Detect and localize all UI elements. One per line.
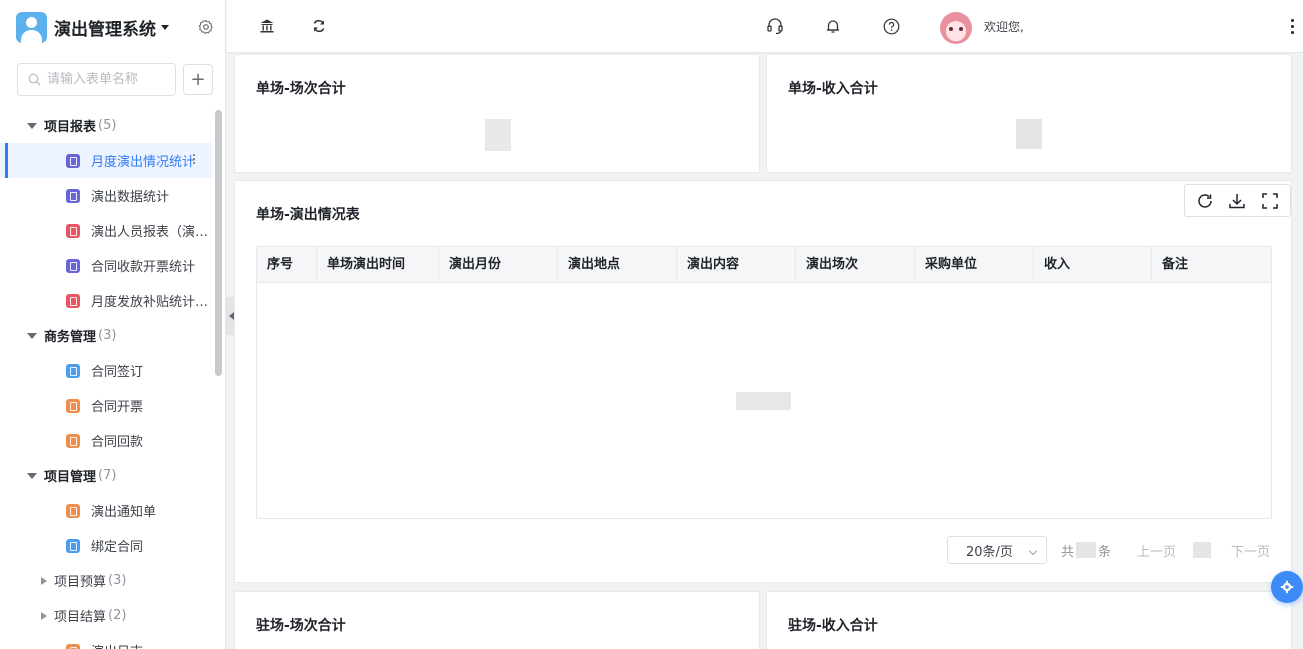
form-icon (66, 538, 80, 553)
column-header[interactable]: 演出场次 (796, 247, 915, 283)
refresh-icon[interactable] (310, 17, 328, 35)
form-icon (66, 188, 80, 203)
form-icon (66, 223, 80, 238)
redacted-value (1016, 119, 1042, 149)
form-icon (66, 503, 80, 518)
card-resident-income-total: 驻场-收入合计 (766, 591, 1292, 649)
column-header[interactable]: 序号 (257, 247, 317, 283)
pagination: 20条/页 共条 上一页 下一页 (947, 536, 1270, 564)
column-header[interactable]: 采购单位 (915, 247, 1034, 283)
form-icon (66, 398, 80, 413)
sidebar-item-performer-report[interactable]: 演出人员报表（演… (0, 213, 212, 248)
card-title: 驻场-场次合计 (256, 618, 346, 634)
card-title: 单场-收入合计 (788, 81, 878, 97)
total-count: 共条 (1061, 541, 1111, 560)
form-icon (66, 433, 80, 448)
sidebar-item-contract-payment[interactable]: 合同回款 (0, 423, 212, 458)
gear-icon[interactable] (198, 19, 214, 35)
app-logo-icon (16, 11, 47, 43)
download-icon[interactable] (1227, 191, 1247, 211)
sidebar-scrollbar[interactable] (215, 110, 222, 376)
group-business-management[interactable]: 商务管理 (3) (0, 318, 212, 353)
sidebar-item-contract-invoice[interactable]: 合同开票 (0, 388, 212, 423)
search-icon (28, 73, 41, 86)
column-header[interactable]: 演出月份 (439, 247, 558, 283)
prev-page-button[interactable]: 上一页 (1137, 541, 1176, 560)
form-icon (66, 258, 80, 273)
gear-icon (1280, 580, 1294, 594)
card-title: 单场-场次合计 (256, 81, 346, 97)
sidebar-item-performance-notice[interactable]: 演出通知单 (0, 493, 212, 528)
form-search-input[interactable] (47, 72, 167, 87)
card-resident-show-count: 驻场-场次合计 (234, 591, 760, 649)
subgroup-project-budget[interactable]: 项目预算 (3) (0, 563, 212, 598)
bell-icon[interactable] (824, 17, 842, 35)
group-project-management[interactable]: 项目管理 (7) (0, 458, 212, 493)
bank-icon[interactable] (258, 17, 276, 35)
sidebar-item-bind-contract[interactable]: 绑定合同 (0, 528, 212, 563)
expand-down-icon (27, 332, 37, 339)
more-vertical-icon[interactable] (192, 153, 196, 167)
sidebar-item-monthly-performance[interactable]: 月度演出情况统计 (0, 143, 212, 178)
empty-state-placeholder (736, 392, 791, 410)
sidebar-item-performance-data[interactable]: 演出数据统计 (0, 178, 212, 213)
page-size-select[interactable]: 20条/页 (947, 536, 1047, 564)
table-toolbar (1184, 184, 1291, 217)
next-page-button[interactable]: 下一页 (1231, 541, 1270, 560)
table-header: 序号 单场演出时间 演出月份 演出地点 演出内容 演出场次 采购单位 收入 备注 (257, 247, 1271, 283)
expand-right-icon (41, 611, 47, 620)
redacted-value (485, 119, 511, 151)
performance-table: 序号 单场演出时间 演出月份 演出地点 演出内容 演出场次 采购单位 收入 备注 (256, 246, 1272, 519)
column-header[interactable]: 演出内容 (677, 247, 796, 283)
sidebar-item-contract-signing[interactable]: 合同签订 (0, 353, 212, 388)
expand-down-icon (27, 472, 37, 479)
refresh-icon[interactable] (1195, 191, 1215, 211)
group-project-reports[interactable]: 项目报表 (5) (0, 108, 212, 143)
more-menu-icon[interactable] (1291, 19, 1295, 35)
column-header[interactable]: 演出地点 (558, 247, 677, 283)
column-header[interactable]: 单场演出时间 (317, 247, 439, 283)
welcome-text: 欢迎您, (984, 20, 1024, 34)
form-tree: 项目报表 (5) 月度演出情况统计 演出数据统计 演出人员报表（演… 合同收款开票… (0, 108, 212, 649)
form-search-box[interactable] (17, 63, 176, 96)
sidebar-item-performance-log[interactable]: 演出日志 (0, 633, 212, 649)
content-scrollbar[interactable] (1299, 100, 1303, 580)
form-icon (66, 363, 80, 378)
fullscreen-icon[interactable] (1260, 191, 1280, 211)
card-single-income-total: 单场-收入合计 (766, 54, 1292, 173)
card-title: 单场-演出情况表 (256, 207, 360, 223)
subgroup-project-settlement[interactable]: 项目结算 (2) (0, 598, 212, 633)
current-page[interactable] (1193, 542, 1212, 558)
headset-icon[interactable] (766, 17, 784, 35)
form-icon (66, 293, 80, 308)
card-single-show-count: 单场-场次合计 (234, 54, 760, 173)
expand-down-icon (27, 122, 37, 129)
app-switcher[interactable]: 演出管理系统 (16, 11, 169, 43)
sidebar-item-monthly-subsidy[interactable]: 月度发放补贴统计… (0, 283, 212, 318)
top-header: 欢迎您, (227, 0, 1303, 53)
column-header[interactable]: 备注 (1152, 247, 1271, 283)
user-avatar[interactable] (940, 12, 972, 44)
help-icon[interactable] (882, 17, 900, 35)
sidebar-item-contract-invoice-stats[interactable]: 合同收款开票统计 (0, 248, 212, 283)
app-title: 演出管理系统 (54, 19, 156, 40)
add-form-button[interactable]: + (183, 64, 213, 95)
card-title: 驻场-收入合计 (788, 618, 878, 634)
expand-right-icon (41, 576, 47, 585)
settings-float-button[interactable] (1271, 571, 1303, 603)
card-single-performance-table: 单场-演出情况表 序号 单场演出时间 演出月份 演出地点 演出内容 演出场次 采… (234, 180, 1292, 583)
column-header[interactable]: 收入 (1034, 247, 1152, 283)
form-icon (66, 153, 80, 168)
sidebar: 演出管理系统 + 项目报表(5) 月度演出情况统计 演出数据统计 演出人员报表（… (0, 0, 226, 649)
form-icon (66, 643, 80, 649)
chevron-down-icon (161, 24, 169, 30)
